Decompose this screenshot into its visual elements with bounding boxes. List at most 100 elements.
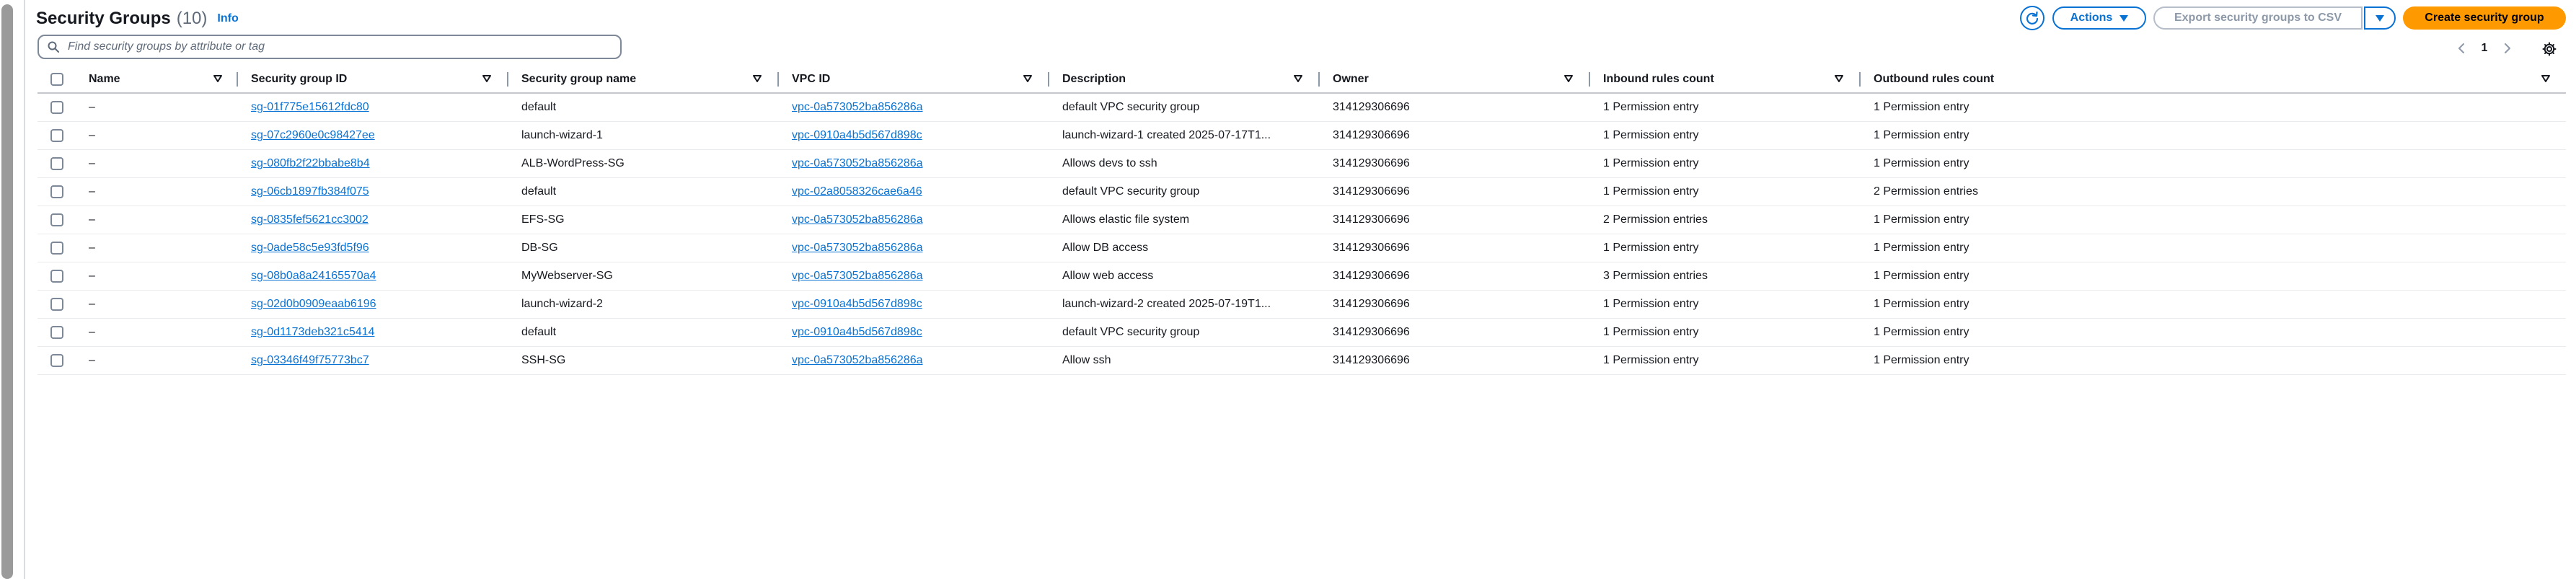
- cell-sg-name: ALB-WordPress-SG: [521, 157, 625, 169]
- cell-sg-name: DB-SG: [521, 242, 558, 254]
- table-row[interactable]: – sg-080fb2f22bbabe8b4 ALB-WordPress-SG …: [38, 150, 2566, 178]
- gear-icon: [2542, 42, 2557, 56]
- column-divider[interactable]: [1589, 72, 1590, 87]
- table-row[interactable]: – sg-07c2960e0c98427ee launch-wizard-1 v…: [38, 122, 2566, 150]
- row-checkbox[interactable]: [50, 185, 63, 198]
- export-csv-button[interactable]: Export security groups to CSV: [2153, 6, 2363, 30]
- cell-inbound-count: 1 Permission entry: [1603, 129, 1699, 141]
- column-header-inbound[interactable]: Inbound rules count: [1603, 66, 1714, 92]
- row-checkbox[interactable]: [50, 242, 63, 255]
- table-row[interactable]: – sg-06cb1897fb384f075 default vpc-02a80…: [38, 178, 2566, 206]
- info-link[interactable]: Info: [217, 12, 238, 25]
- scrollbar-thumb[interactable]: [1, 4, 13, 579]
- table-row[interactable]: – sg-08b0a8a24165570a4 MyWebserver-SG vp…: [38, 262, 2566, 291]
- cell-vpc-id-link[interactable]: vpc-0910a4b5d567d898c: [792, 291, 1044, 318]
- previous-page-button[interactable]: [2451, 37, 2472, 59]
- cell-sg-id-link[interactable]: sg-080fb2f22bbabe8b4: [251, 150, 503, 177]
- row-checkbox[interactable]: [50, 270, 63, 283]
- refresh-icon: [2026, 11, 2039, 25]
- cell-sg-name: SSH-SG: [521, 354, 566, 366]
- row-checkbox[interactable]: [50, 129, 63, 142]
- sort-filter-icon[interactable]: [1294, 75, 1302, 82]
- cell-sg-id-link[interactable]: sg-01f775e15612fdc80: [251, 94, 503, 121]
- column-divider[interactable]: [777, 72, 779, 87]
- current-page-number[interactable]: 1: [2472, 42, 2497, 55]
- column-header-vpc-id[interactable]: VPC ID: [792, 66, 830, 92]
- cell-vpc-id-link[interactable]: vpc-02a8058326cae6a46: [792, 178, 1044, 205]
- cell-vpc-id-link[interactable]: vpc-0a573052ba856286a: [792, 347, 1044, 374]
- cell-vpc-id-link[interactable]: vpc-0a573052ba856286a: [792, 206, 1044, 234]
- cell-sg-name: launch-wizard-2: [521, 298, 603, 310]
- column-divider[interactable]: [1048, 72, 1049, 87]
- cell-vpc-id-link[interactable]: vpc-0910a4b5d567d898c: [792, 122, 1044, 149]
- cell-vpc-id-link[interactable]: vpc-0a573052ba856286a: [792, 262, 1044, 290]
- table-row[interactable]: – sg-03346f49f75773bc7 SSH-SG vpc-0a5730…: [38, 347, 2566, 375]
- refresh-button[interactable]: [2020, 6, 2045, 30]
- cell-owner: 314129306696: [1333, 270, 1410, 282]
- row-checkbox[interactable]: [50, 354, 63, 367]
- column-header-description[interactable]: Description: [1062, 66, 1126, 92]
- table-row[interactable]: – sg-0d1173deb321c5414 default vpc-0910a…: [38, 319, 2566, 347]
- table-settings-button[interactable]: [2538, 37, 2561, 61]
- column-header-owner[interactable]: Owner: [1333, 66, 1369, 92]
- search-input[interactable]: [66, 40, 603, 54]
- cell-vpc-id-link[interactable]: vpc-0910a4b5d567d898c: [792, 319, 1044, 346]
- cell-sg-name: MyWebserver-SG: [521, 270, 613, 282]
- row-checkbox[interactable]: [50, 101, 63, 114]
- column-header-name[interactable]: Name: [89, 66, 120, 92]
- sort-filter-icon[interactable]: [213, 75, 222, 82]
- cell-sg-id-link[interactable]: sg-08b0a8a24165570a4: [251, 262, 503, 290]
- cell-sg-id-link[interactable]: sg-06cb1897fb384f075: [251, 178, 503, 205]
- next-page-button[interactable]: [2497, 37, 2518, 59]
- sort-filter-icon[interactable]: [1835, 75, 1843, 82]
- cell-description: Allow ssh: [1062, 354, 1111, 366]
- column-header-sg-id[interactable]: Security group ID: [251, 66, 347, 92]
- cell-sg-name: EFS-SG: [521, 213, 565, 226]
- cell-name: –: [89, 354, 95, 366]
- cell-sg-id-link[interactable]: sg-07c2960e0c98427ee: [251, 122, 503, 149]
- page-title: Security Groups: [36, 9, 171, 28]
- page-scrollbar[interactable]: [0, 0, 16, 579]
- select-all-checkbox[interactable]: [50, 73, 63, 86]
- actions-label: Actions: [2070, 12, 2113, 24]
- cell-owner: 314129306696: [1333, 185, 1410, 198]
- cell-description: Allows elastic file system: [1062, 213, 1190, 226]
- column-header-outbound[interactable]: Outbound rules count: [1874, 66, 1994, 92]
- cell-outbound-count: 1 Permission entry: [1874, 326, 1970, 338]
- row-checkbox[interactable]: [50, 213, 63, 226]
- row-checkbox[interactable]: [50, 298, 63, 311]
- cell-sg-id-link[interactable]: sg-03346f49f75773bc7: [251, 347, 503, 374]
- sort-filter-icon[interactable]: [1564, 75, 1573, 82]
- cell-name: –: [89, 213, 95, 226]
- cell-vpc-id-link[interactable]: vpc-0a573052ba856286a: [792, 150, 1044, 177]
- create-security-group-button[interactable]: Create security group: [2403, 6, 2566, 30]
- table-row[interactable]: – sg-0ade58c5e93fd5f96 DB-SG vpc-0a57305…: [38, 234, 2566, 262]
- sort-filter-icon[interactable]: [1023, 75, 1032, 82]
- column-header-sg-name[interactable]: Security group name: [521, 66, 636, 92]
- cell-description: Allow web access: [1062, 270, 1154, 282]
- row-checkbox[interactable]: [50, 326, 63, 339]
- cell-vpc-id-link[interactable]: vpc-0a573052ba856286a: [792, 94, 1044, 121]
- cell-name: –: [89, 298, 95, 310]
- cell-sg-id-link[interactable]: sg-0d1173deb321c5414: [251, 319, 503, 346]
- actions-button[interactable]: Actions: [2052, 6, 2146, 30]
- sort-filter-icon[interactable]: [482, 75, 491, 82]
- table-row[interactable]: – sg-02d0b0909eaab6196 launch-wizard-2 v…: [38, 291, 2566, 319]
- cell-sg-id-link[interactable]: sg-02d0b0909eaab6196: [251, 291, 503, 318]
- cell-sg-id-link[interactable]: sg-0ade58c5e93fd5f96: [251, 234, 503, 262]
- column-divider[interactable]: [507, 72, 508, 87]
- search-field[interactable]: [38, 35, 622, 59]
- column-divider[interactable]: [237, 72, 238, 87]
- export-options-button[interactable]: [2364, 6, 2396, 30]
- table-row[interactable]: – sg-0835fef5621cc3002 EFS-SG vpc-0a5730…: [38, 206, 2566, 234]
- cell-sg-id-link[interactable]: sg-0835fef5621cc3002: [251, 206, 503, 234]
- cell-vpc-id-link[interactable]: vpc-0a573052ba856286a: [792, 234, 1044, 262]
- item-count: (10): [176, 9, 208, 28]
- column-divider[interactable]: [1318, 72, 1320, 87]
- table-row[interactable]: – sg-01f775e15612fdc80 default vpc-0a573…: [38, 94, 2566, 122]
- cell-description: Allow DB access: [1062, 242, 1149, 254]
- sort-filter-icon[interactable]: [753, 75, 762, 82]
- column-divider[interactable]: [1859, 72, 1861, 87]
- sort-filter-icon[interactable]: [2541, 75, 2550, 82]
- row-checkbox[interactable]: [50, 157, 63, 170]
